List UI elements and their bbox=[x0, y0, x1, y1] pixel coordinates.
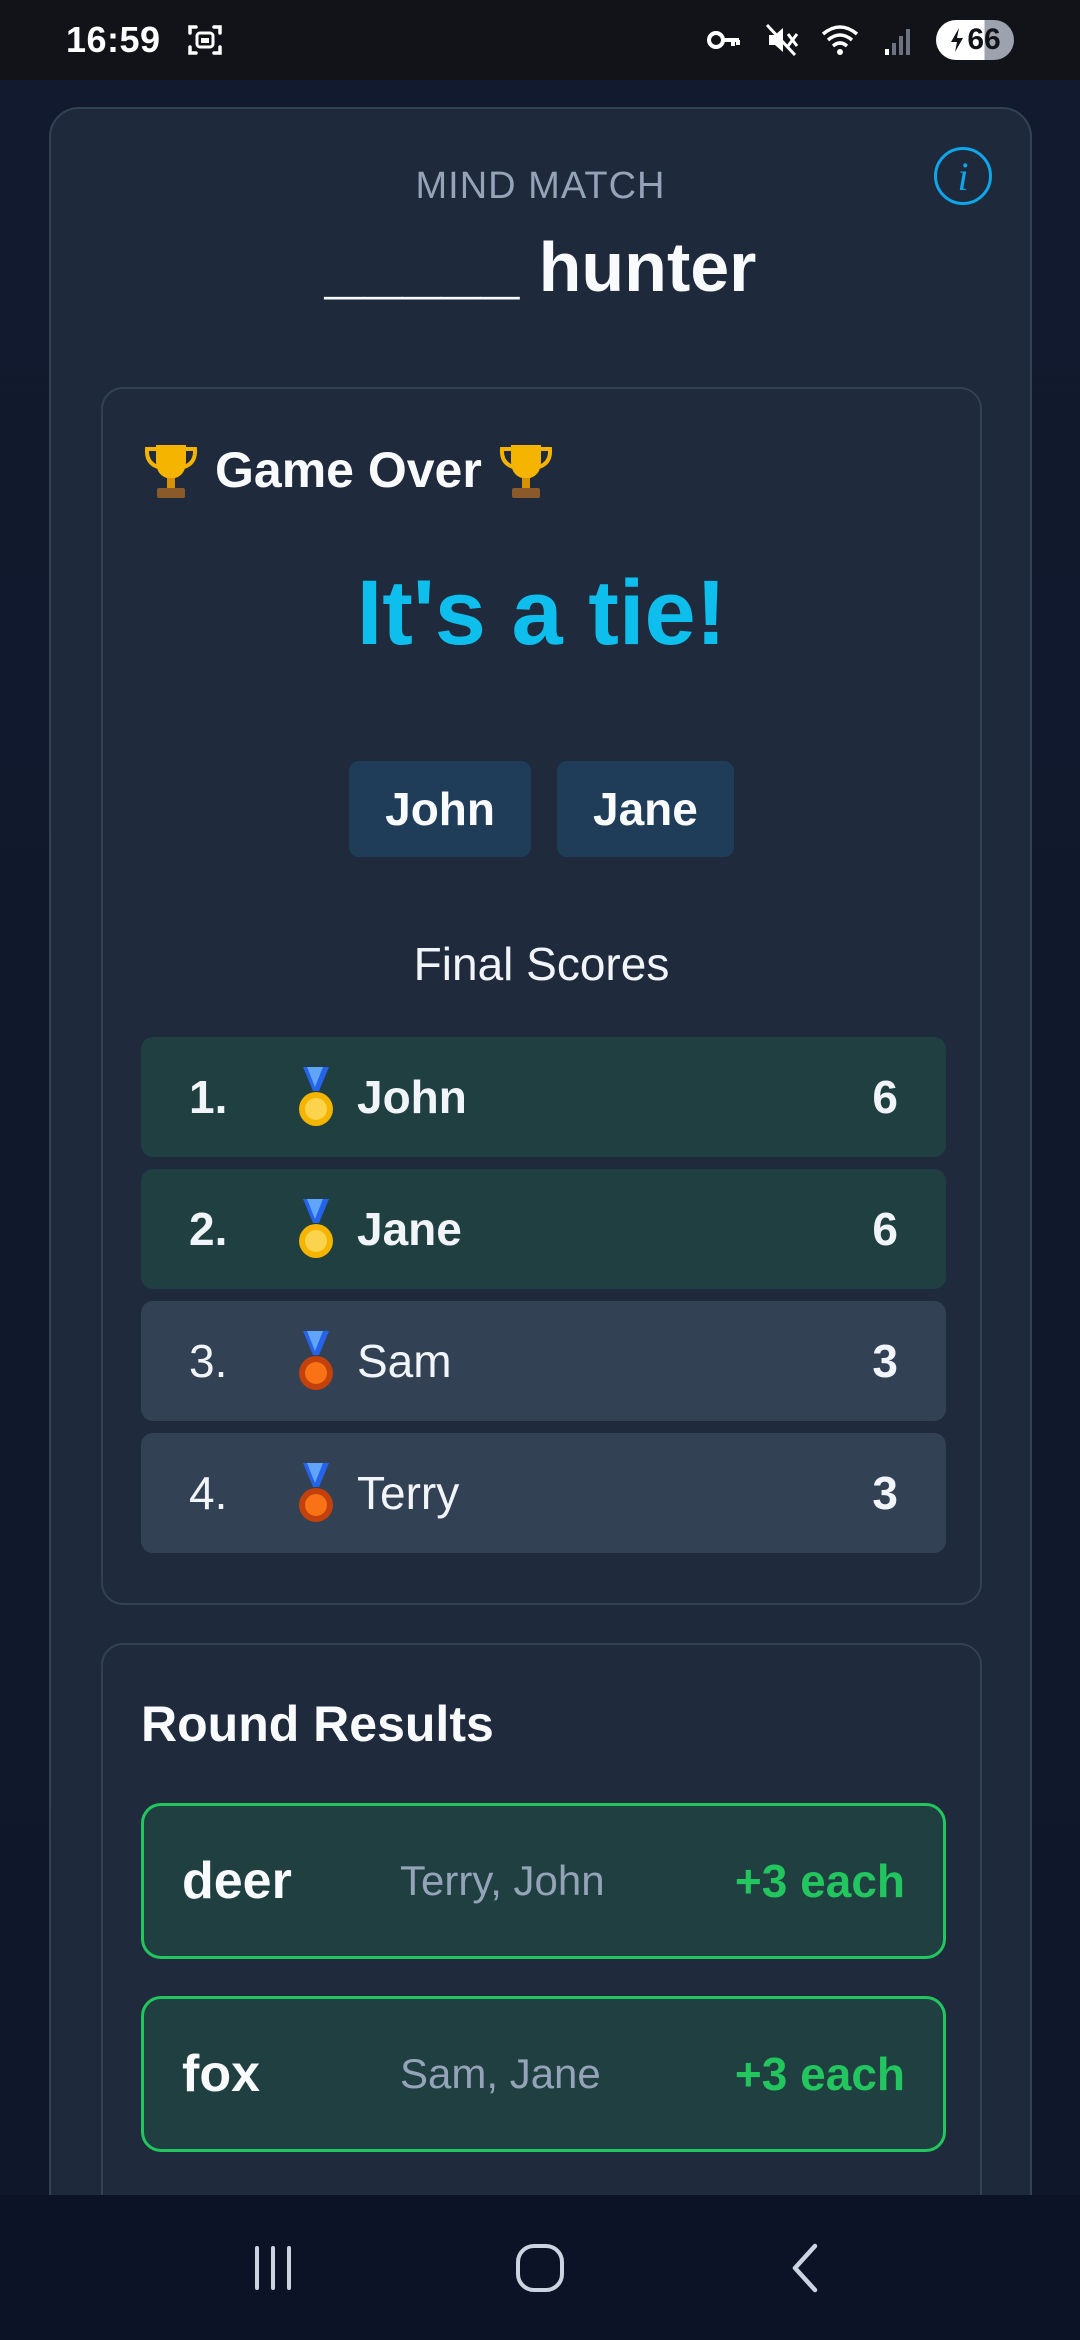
score-row: 4. Terry 3 bbox=[141, 1433, 946, 1553]
round-results-panel: Round Results deer Terry, John +3 each f… bbox=[101, 1643, 982, 2245]
back-icon bbox=[792, 2243, 817, 2292]
score-rank: 3. bbox=[189, 1335, 228, 1387]
recent-apps-button[interactable] bbox=[228, 2223, 318, 2313]
round-results-title: Round Results bbox=[141, 1696, 494, 1752]
home-icon bbox=[515, 2243, 564, 2292]
game-card: i MIND MATCH _____ hunter Game Over It's… bbox=[49, 107, 1032, 2247]
winners-list: John Jane bbox=[103, 761, 980, 857]
signal-icon bbox=[878, 20, 918, 60]
game-over-panel: Game Over It's a tie! John Jane Final Sc… bbox=[101, 387, 982, 1605]
score-rank: 2. bbox=[189, 1203, 228, 1255]
recent-apps-icon bbox=[255, 2245, 292, 2290]
back-button[interactable] bbox=[762, 2223, 852, 2313]
gold-medal-icon bbox=[299, 1199, 333, 1258]
trophy-icon bbox=[144, 445, 198, 498]
round-players: Sam, Jane bbox=[400, 2050, 601, 2097]
round-players: Terry, John bbox=[400, 1857, 605, 1904]
trophy-icon bbox=[499, 445, 552, 498]
player-name: Sam bbox=[357, 1335, 452, 1387]
score-rank: 1. bbox=[189, 1071, 228, 1123]
prompt-title: _____ hunter bbox=[324, 228, 757, 306]
result-text: It's a tie! bbox=[356, 562, 727, 664]
app-name: MIND MATCH bbox=[415, 165, 666, 207]
score-row: 1. John 6 bbox=[141, 1037, 946, 1157]
round-word: fox bbox=[182, 2045, 260, 2103]
battery-level: 66 bbox=[967, 23, 1001, 56]
score-row: 2. Jane 6 bbox=[141, 1169, 946, 1289]
score-rank: 4. bbox=[189, 1467, 228, 1519]
status-time: 16:59 bbox=[66, 19, 161, 60]
winner-chip: Jane bbox=[557, 761, 734, 857]
round-result-item: fox Sam, Jane +3 each bbox=[141, 1996, 946, 2152]
gold-medal-icon bbox=[299, 1067, 333, 1126]
wifi-icon bbox=[820, 20, 860, 60]
score-row: 3. Sam 3 bbox=[141, 1301, 946, 1421]
final-scores-label: Final Scores bbox=[413, 938, 670, 990]
battery-indicator: 66 bbox=[936, 20, 1014, 60]
vpn-key-icon bbox=[704, 20, 744, 60]
mute-icon bbox=[762, 20, 802, 60]
battery-charging-icon bbox=[951, 28, 964, 52]
player-score: 6 bbox=[872, 1203, 898, 1255]
round-result-item: deer Terry, John +3 each bbox=[141, 1803, 946, 1959]
bronze-medal-icon bbox=[299, 1463, 333, 1522]
round-word: deer bbox=[182, 1852, 292, 1910]
system-nav-bar bbox=[0, 2195, 1080, 2340]
player-name: John bbox=[357, 1071, 467, 1123]
player-name: Terry bbox=[357, 1467, 460, 1519]
round-points: +3 each bbox=[734, 1855, 905, 1907]
bronze-medal-icon bbox=[299, 1331, 333, 1390]
status-left: 16:59 bbox=[66, 19, 225, 61]
player-score: 3 bbox=[872, 1467, 898, 1519]
round-points: +3 each bbox=[734, 2048, 905, 2100]
player-score: 3 bbox=[872, 1335, 898, 1387]
home-button[interactable] bbox=[495, 2223, 585, 2313]
player-name: Jane bbox=[357, 1203, 462, 1255]
status-bar: 16:59 66 bbox=[0, 0, 1080, 80]
game-over-heading: Game Over bbox=[141, 439, 556, 501]
player-score: 6 bbox=[872, 1071, 898, 1123]
winner-chip: John bbox=[349, 761, 532, 857]
screenshot-icon bbox=[185, 20, 225, 60]
status-right: 66 bbox=[704, 20, 1014, 60]
game-over-title: Game Over bbox=[215, 442, 482, 498]
